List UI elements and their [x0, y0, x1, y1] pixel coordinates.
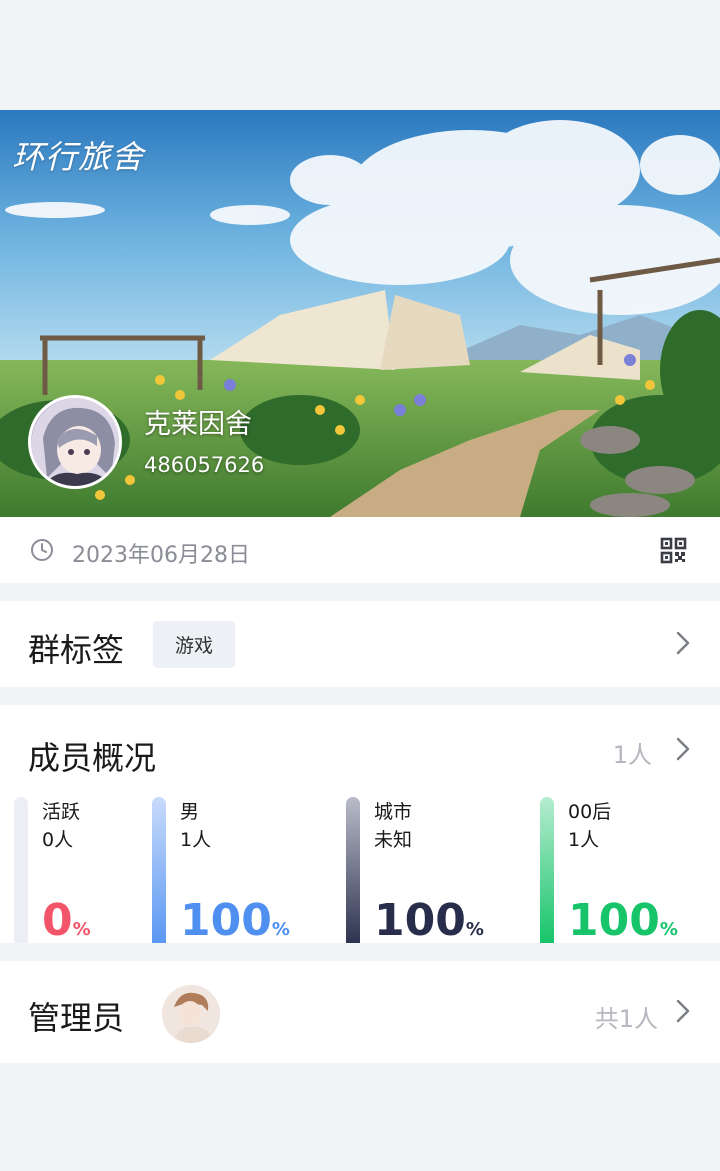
- created-date: 2023年06月28日: [72, 543, 250, 568]
- stat-bar: [152, 797, 166, 943]
- admin-avatar[interactable]: [162, 985, 220, 1043]
- qr-code-icon[interactable]: [660, 537, 687, 564]
- stat-bar: [540, 797, 554, 943]
- stat-value: 1人: [180, 829, 212, 851]
- group-tags-row[interactable]: 群标签 游戏: [0, 601, 720, 687]
- chevron-right-icon: [676, 999, 690, 1023]
- banner-logo: 环行旅舍: [12, 138, 145, 176]
- group-name: 克莱因舍: [144, 409, 252, 440]
- admin-avatar-portrait: [162, 985, 220, 1043]
- stat-percent: 0%: [42, 895, 91, 946]
- admins-row[interactable]: 管理员 共1人: [0, 961, 720, 1063]
- members-overview-title: 成员概况: [28, 739, 157, 777]
- chevron-right-icon: [676, 631, 690, 655]
- avatar-portrait: [31, 398, 119, 486]
- members-count: 1人: [612, 741, 652, 769]
- chevron-right-icon: [676, 737, 690, 761]
- members-overview-card[interactable]: 成员概况 1人 活跃 0人 0% 男 1人 100% 城市 未知 100% 00…: [0, 705, 720, 943]
- stat-label: 男: [180, 801, 200, 823]
- group-tags-title: 群标签: [28, 631, 125, 669]
- admins-title: 管理员: [28, 999, 125, 1037]
- stat-value: 0人: [42, 829, 74, 851]
- stat-label: 活跃: [42, 801, 81, 823]
- stat-label: 城市: [374, 801, 413, 823]
- stat-value: 未知: [374, 829, 413, 851]
- admins-count: 共1人: [594, 1005, 658, 1033]
- stat-bar: [346, 797, 360, 943]
- tag-chip: 游戏: [153, 621, 235, 668]
- stat-percent: 100%: [568, 895, 678, 946]
- created-date-row: 2023年06月28日: [0, 517, 720, 583]
- stat-label: 00后: [568, 801, 612, 823]
- group-banner: 环行旅舍 克莱因舍 486057626: [0, 110, 720, 517]
- clock-icon: [31, 539, 53, 561]
- stat-percent: 100%: [180, 895, 290, 946]
- stat-value: 1人: [568, 829, 600, 851]
- stat-bar: [14, 797, 28, 943]
- stat-percent: 100%: [374, 895, 484, 946]
- group-avatar[interactable]: [28, 395, 122, 489]
- group-id: 486057626: [144, 453, 265, 477]
- status-bar-area: [0, 0, 720, 110]
